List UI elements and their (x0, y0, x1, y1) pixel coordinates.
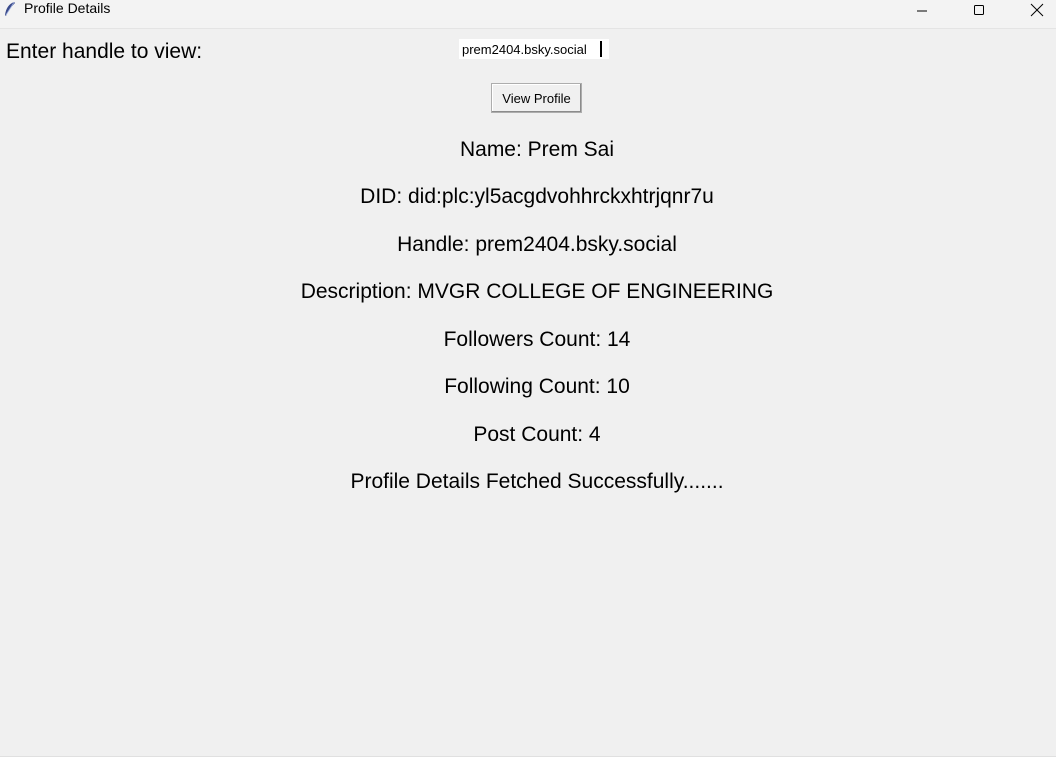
profile-name: Name: Prem Sai (459, 138, 615, 161)
profile-followers-count: Followers Count: 14 (443, 328, 631, 351)
feather-icon (3, 1, 17, 17)
close-icon (1030, 3, 1044, 17)
close-button[interactable] (1014, 0, 1056, 20)
profile-handle: Handle: prem2404.bsky.social (397, 233, 677, 256)
profile-post-count: Post Count: 4 (473, 423, 601, 446)
maximize-icon (973, 4, 985, 16)
status-message: Profile Details Fetched Successfully....… (350, 470, 724, 493)
text-caret (600, 41, 602, 57)
maximize-button[interactable] (956, 0, 1002, 20)
app-window: Profile Details Enter handle to view: Vi… (0, 0, 1056, 757)
handle-input[interactable] (459, 39, 609, 59)
profile-did: DID: did:plc:yl5acgdvohhrckxhtrjqnr7u (360, 185, 714, 208)
view-profile-button[interactable]: View Profile (491, 83, 582, 113)
profile-following-count: Following Count: 10 (444, 375, 630, 398)
minimize-button[interactable] (899, 0, 945, 20)
title-bar[interactable]: Profile Details (0, 0, 1056, 29)
window-title: Profile Details (24, 0, 111, 16)
handle-prompt-label: Enter handle to view: (6, 40, 203, 63)
main-content: Enter handle to view: View Profile Name:… (0, 29, 1056, 757)
profile-description: Description: MVGR COLLEGE OF ENGINEERING (300, 280, 774, 303)
minimize-icon (916, 4, 928, 16)
